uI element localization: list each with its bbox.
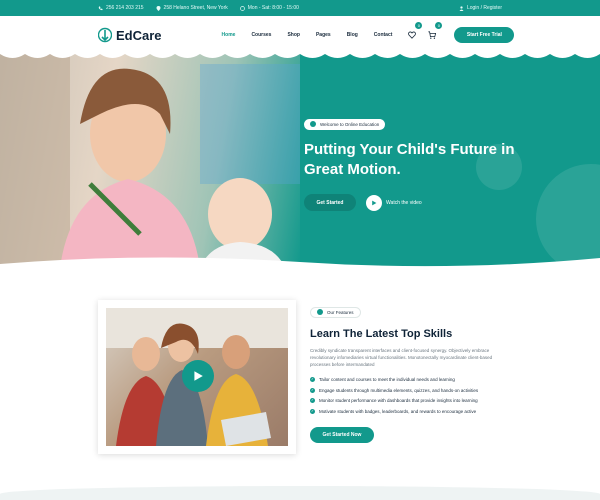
- clock-icon: [239, 5, 245, 11]
- list-item: ✓ Motivate students with badges, leaderbo…: [310, 408, 520, 414]
- hero-copy: Welcome to Online Education Putting Your…: [304, 114, 524, 211]
- features-tag-text: Our Features: [327, 309, 354, 315]
- watch-video-link[interactable]: Watch the video: [386, 200, 422, 206]
- students-photo: [106, 308, 288, 446]
- nav-menu: Home Courses Shop Pages Blog Contact: [222, 32, 409, 38]
- play-icon: [372, 200, 377, 205]
- hero-photo-mother-child: [0, 54, 300, 268]
- user-icon: [459, 5, 464, 11]
- nav-item-contact[interactable]: Contact: [374, 32, 393, 38]
- hours-info: Mon - Sat: 8:00 - 15:00: [239, 5, 299, 11]
- nav-item-blog[interactable]: Blog: [347, 32, 358, 38]
- footer-wave: [0, 486, 600, 500]
- get-started-now-button[interactable]: Get Started Now: [310, 426, 374, 443]
- logo[interactable]: EdCare: [98, 27, 162, 43]
- features-list: ✓ Tailor content and courses to meet the …: [310, 377, 520, 414]
- hero-illustration: [0, 54, 300, 268]
- features-image-card: [98, 300, 296, 454]
- wishlist-button[interactable]: 0: [408, 22, 423, 44]
- check-icon: ✓: [310, 377, 315, 382]
- features-body: Credibly syndicate transparent interface…: [310, 348, 493, 367]
- list-item-text: Engage students through multimedia eleme…: [319, 387, 479, 393]
- features-tag: Our Features: [310, 306, 361, 318]
- login-text: Login / Register: [466, 5, 502, 11]
- list-item: ✓ Monitor student performance with dashbo…: [310, 398, 520, 403]
- phone-text: 256 214 203 215: [106, 5, 144, 11]
- login-register-link[interactable]: Login / Register: [459, 5, 502, 11]
- hero-tag-text: Welcome to Online Education: [320, 121, 380, 127]
- brand-name: EdCare: [116, 27, 162, 43]
- bolt-icon: [317, 309, 323, 315]
- check-icon: ✓: [310, 408, 315, 414]
- features-title: Learn The Latest Top Skills: [310, 328, 453, 340]
- cart-icon: [428, 31, 437, 39]
- address-info: 258 Helano Street, New York: [156, 5, 228, 11]
- main-navbar: EdCare Home Courses Shop Pages Blog Cont…: [0, 16, 600, 54]
- play-video-button[interactable]: [366, 194, 382, 211]
- check-icon: ✓: [310, 398, 315, 403]
- top-info-bar: 256 214 203 215 258 Helano Street, New Y…: [0, 0, 600, 16]
- hero-section: Welcome to Online Education Putting Your…: [0, 54, 600, 268]
- address-text: 258 Helano Street, New York: [163, 5, 228, 11]
- heart-icon: [408, 31, 417, 39]
- list-item-text: Motivate students with badges, leaderboa…: [319, 408, 477, 414]
- phone-icon: [98, 6, 103, 10]
- cart-count-badge: 0: [435, 22, 443, 29]
- cart-button[interactable]: 0: [428, 22, 443, 44]
- hours-text: Mon - Sat: 8:00 - 15:00: [247, 5, 299, 11]
- play-icon: [194, 371, 203, 381]
- bolt-icon: [310, 121, 316, 127]
- nav-item-courses[interactable]: Courses: [251, 32, 271, 38]
- location-icon: [156, 5, 161, 11]
- get-started-button[interactable]: Get Started: [304, 194, 356, 211]
- list-item: ✓ Engage students through multimedia elem…: [310, 387, 520, 393]
- list-item-text: Tailor content and courses to meet the i…: [319, 377, 455, 382]
- hero-cta-row: Get Started Watch the video: [304, 194, 524, 211]
- hero-headline: Putting Your Child's Future in Great Mot…: [304, 141, 515, 178]
- features-play-button[interactable]: [182, 360, 214, 392]
- list-item-text: Monitor student performance with dashboa…: [319, 398, 478, 403]
- logo-icon: [98, 27, 112, 43]
- hero-wave-divider: [0, 257, 600, 276]
- nav-item-home[interactable]: Home: [222, 32, 236, 38]
- nav-item-shop[interactable]: Shop: [287, 32, 300, 38]
- start-free-trial-button[interactable]: Start Free Trial: [454, 27, 515, 43]
- nav-item-pages[interactable]: Pages: [316, 32, 331, 38]
- list-item: ✓ Tailor content and courses to meet the …: [310, 377, 520, 382]
- check-icon: ✓: [310, 387, 315, 393]
- hero-tag: Welcome to Online Education: [304, 118, 386, 130]
- nav-actions: 0 0 Start Free Trial: [408, 22, 515, 44]
- scalloped-divider: [0, 50, 600, 58]
- phone-info[interactable]: 256 214 203 215: [98, 5, 144, 11]
- features-content: Our Features Learn The Latest Top Skills…: [310, 302, 520, 443]
- wishlist-count-badge: 0: [415, 22, 423, 29]
